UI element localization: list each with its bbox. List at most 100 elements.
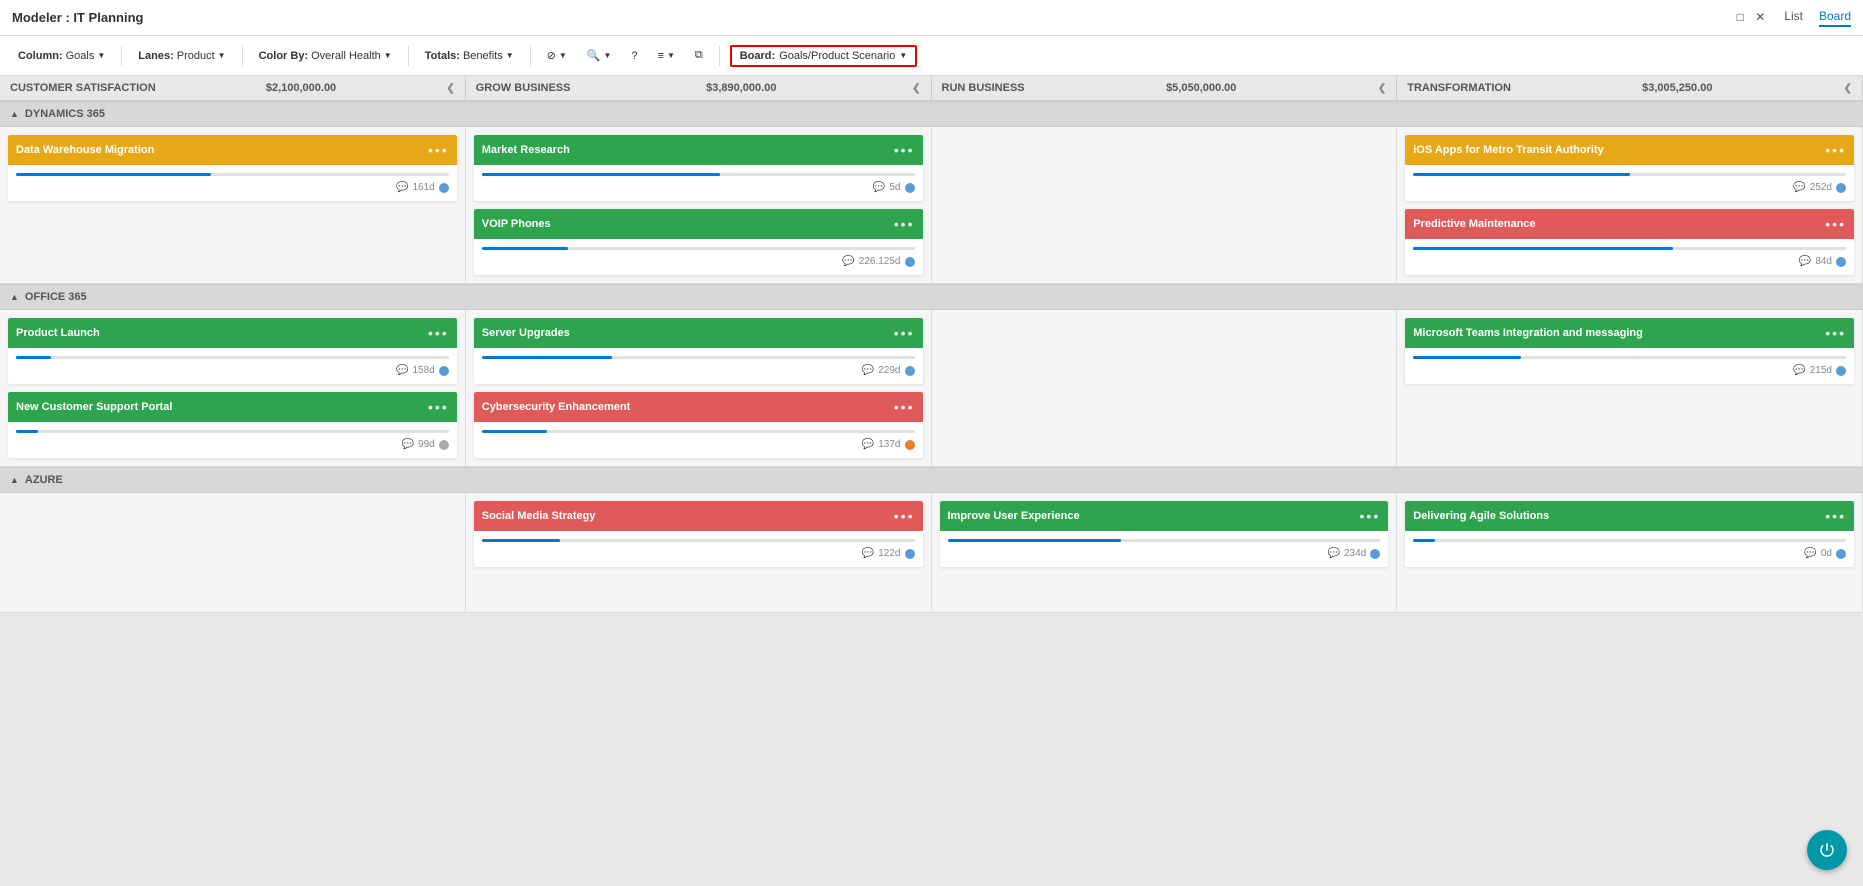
- card-body-server-upgrades: 💬 229d: [474, 348, 923, 384]
- board-selector[interactable]: Board: Goals/Product Scenario ▼: [730, 45, 918, 67]
- col-label-customer-satisfaction: CUSTOMER SATISFACTION: [10, 82, 156, 94]
- card-body-market-research: 💬 5d: [474, 165, 923, 201]
- card-more-ms-teams[interactable]: •••: [1825, 325, 1846, 341]
- days-market-research: 5d: [889, 182, 900, 193]
- board-container: CUSTOMER SATISFACTION $2,100,000.00 ❮ GR…: [0, 76, 1863, 886]
- lane-header-office365[interactable]: ▲ OFFICE 365: [0, 284, 1863, 310]
- status-dot-cybersecurity: [905, 440, 915, 450]
- lane-header-azure[interactable]: ▲ AZURE: [0, 467, 1863, 493]
- card-header-cybersecurity: Cybersecurity Enhancement •••: [474, 392, 923, 422]
- col-collapse-run-business[interactable]: ❮: [1378, 83, 1386, 94]
- status-dot-server-upgrades: [905, 366, 915, 376]
- lane-header-dynamics365[interactable]: ▲ DYNAMICS 365: [0, 101, 1863, 127]
- card-product-launch[interactable]: Product Launch ••• 💬 158d: [8, 318, 457, 384]
- totals-label: Totals:: [425, 50, 460, 62]
- search-icon: 🔍: [587, 49, 601, 62]
- card-meta-improve-ux: 💬 234d: [948, 548, 1381, 559]
- lane-cell-office365-1: Server Upgrades ••• 💬 229d: [466, 310, 932, 467]
- card-meta-predictive-maintenance: 💬 84d: [1413, 256, 1846, 267]
- card-progress-improve-ux: [948, 539, 1381, 542]
- card-header-product-launch: Product Launch •••: [8, 318, 457, 348]
- card-progress-bar-cybersecurity: [482, 430, 547, 433]
- status-dot-predictive-maintenance: [1836, 257, 1846, 267]
- column-selector[interactable]: Column: Goals ▼: [12, 47, 111, 65]
- comment-icon-product-launch: 💬: [396, 365, 408, 376]
- lane-azure: ▲ AZURE Social Media Strategy •••: [0, 467, 1863, 613]
- card-server-upgrades[interactable]: Server Upgrades ••• 💬 229d: [474, 318, 923, 384]
- days-server-upgrades: 229d: [878, 365, 900, 376]
- card-cybersecurity[interactable]: Cybersecurity Enhancement ••• 💬 137d: [474, 392, 923, 458]
- search-button[interactable]: 🔍 ▼: [581, 46, 618, 65]
- days-ios-apps: 252d: [1810, 182, 1832, 193]
- card-improve-ux[interactable]: Improve User Experience ••• 💬 234d: [940, 501, 1389, 567]
- lane-cell-azure-3: Delivering Agile Solutions ••• 💬 0d: [1397, 493, 1863, 613]
- card-progress-new-customer-support: [16, 430, 449, 433]
- card-header-ios-apps: iOS Apps for Metro Transit Authority •••: [1405, 135, 1854, 165]
- card-predictive-maintenance[interactable]: Predictive Maintenance ••• 💬 84d: [1405, 209, 1854, 275]
- board-view-button[interactable]: Board: [1819, 9, 1851, 27]
- col-collapse-transformation[interactable]: ❮: [1844, 83, 1852, 94]
- totals-selector[interactable]: Totals: Benefits ▼: [419, 47, 520, 65]
- card-more-social-media[interactable]: •••: [894, 508, 915, 524]
- card-more-market-research[interactable]: •••: [894, 142, 915, 158]
- card-title-data-warehouse: Data Warehouse Migration: [16, 144, 428, 156]
- menu-button[interactable]: ≡ ▼: [652, 47, 681, 65]
- col-collapse-grow-business[interactable]: ❮: [912, 83, 920, 94]
- card-progress-voip-phones: [482, 247, 915, 250]
- color-selector[interactable]: Color By: Overall Health ▼: [253, 47, 398, 65]
- card-title-product-launch: Product Launch: [16, 327, 428, 339]
- days-predictive-maintenance: 84d: [1815, 256, 1832, 267]
- card-progress-bar-improve-ux: [948, 539, 1121, 542]
- card-voip-phones[interactable]: VOIP Phones ••• 💬 226.125d: [474, 209, 923, 275]
- list-view-button[interactable]: List: [1784, 9, 1803, 27]
- status-dot-new-customer-support: [439, 440, 449, 450]
- card-header-market-research: Market Research •••: [474, 135, 923, 165]
- close-button[interactable]: ✕: [1752, 9, 1768, 25]
- col-label-transformation: TRANSFORMATION: [1407, 82, 1511, 94]
- card-body-ios-apps: 💬 252d: [1405, 165, 1854, 201]
- card-social-media[interactable]: Social Media Strategy ••• 💬 122d: [474, 501, 923, 567]
- card-body-delivering-agile: 💬 0d: [1405, 531, 1854, 567]
- totals-value: Benefits: [463, 50, 503, 62]
- lane-dynamics365: ▲ DYNAMICS 365 Data Warehouse Migration …: [0, 101, 1863, 284]
- card-body-social-media: 💬 122d: [474, 531, 923, 567]
- lane-cell-office365-2: [932, 310, 1398, 467]
- card-more-data-warehouse[interactable]: •••: [428, 142, 449, 158]
- card-more-product-launch[interactable]: •••: [428, 325, 449, 341]
- card-more-delivering-agile[interactable]: •••: [1825, 508, 1846, 524]
- card-title-social-media: Social Media Strategy: [482, 510, 894, 522]
- card-ios-apps[interactable]: iOS Apps for Metro Transit Authority •••…: [1405, 135, 1854, 201]
- minimize-button[interactable]: □: [1732, 9, 1748, 25]
- card-more-predictive-maintenance[interactable]: •••: [1825, 216, 1846, 232]
- card-more-voip-phones[interactable]: •••: [894, 216, 915, 232]
- card-ms-teams[interactable]: Microsoft Teams Integration and messagin…: [1405, 318, 1854, 384]
- card-meta-voip-phones: 💬 226.125d: [482, 256, 915, 267]
- fab-button[interactable]: [1807, 830, 1847, 870]
- lane-cell-azure-1: Social Media Strategy ••• 💬 122d: [466, 493, 932, 613]
- comment-icon-new-customer-support: 💬: [402, 439, 414, 450]
- color-label: Color By:: [259, 50, 309, 62]
- copy-button[interactable]: ⧉: [689, 46, 709, 65]
- card-more-server-upgrades[interactable]: •••: [894, 325, 915, 341]
- card-more-ios-apps[interactable]: •••: [1825, 142, 1846, 158]
- card-body-data-warehouse: 💬 161d: [8, 165, 457, 201]
- status-dot-market-research: [905, 183, 915, 193]
- col-collapse-customer-satisfaction[interactable]: ❮: [446, 83, 454, 94]
- card-more-new-customer-support[interactable]: •••: [428, 399, 449, 415]
- card-new-customer-support[interactable]: New Customer Support Portal ••• 💬 99d: [8, 392, 457, 458]
- card-market-research[interactable]: Market Research ••• 💬 5d: [474, 135, 923, 201]
- card-more-improve-ux[interactable]: •••: [1360, 508, 1381, 524]
- card-more-cybersecurity[interactable]: •••: [894, 399, 915, 415]
- lanes-selector[interactable]: Lanes: Product ▼: [132, 47, 231, 65]
- card-progress-ms-teams: [1413, 356, 1846, 359]
- comment-icon-cybersecurity: 💬: [862, 439, 874, 450]
- card-data-warehouse[interactable]: Data Warehouse Migration ••• 💬 161d: [8, 135, 457, 201]
- filter-button[interactable]: ⊘ ▼: [541, 46, 573, 65]
- col-label-grow-business: GROW BUSINESS: [476, 82, 571, 94]
- card-meta-market-research: 💬 5d: [482, 182, 915, 193]
- card-meta-new-customer-support: 💬 99d: [16, 439, 449, 450]
- help-button[interactable]: ?: [625, 47, 643, 65]
- status-dot-ms-teams: [1836, 366, 1846, 376]
- card-progress-server-upgrades: [482, 356, 915, 359]
- card-delivering-agile[interactable]: Delivering Agile Solutions ••• 💬 0d: [1405, 501, 1854, 567]
